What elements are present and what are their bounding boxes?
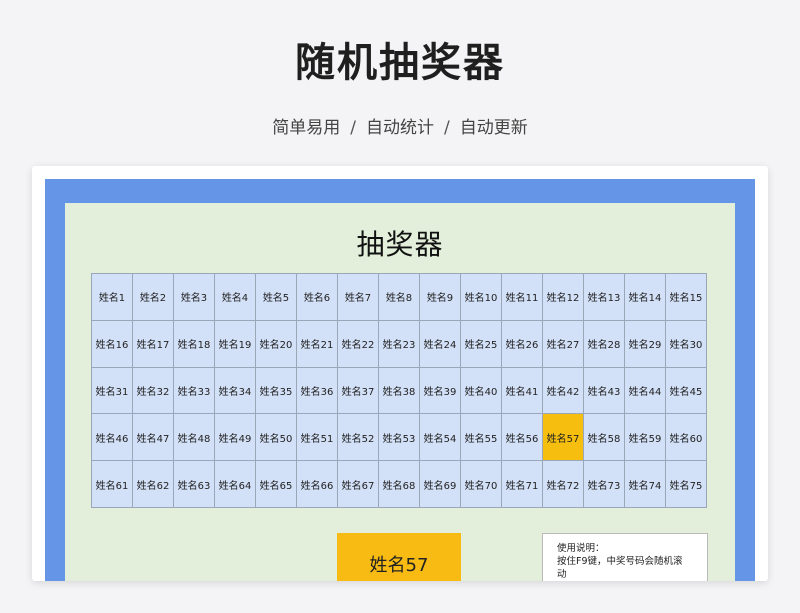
name-cell[interactable]: 姓名33 <box>174 367 215 415</box>
name-cell[interactable]: 姓名73 <box>584 461 625 508</box>
name-cell[interactable]: 姓名69 <box>420 461 461 508</box>
feature-auto-stats: 自动统计 <box>366 118 434 138</box>
name-cell[interactable]: 姓名75 <box>666 461 707 508</box>
name-cell[interactable]: 姓名36 <box>297 367 338 415</box>
sheet-title: 抽奖器 <box>356 228 444 261</box>
name-cell[interactable]: 姓名23 <box>379 320 420 368</box>
name-cell[interactable]: 姓名39 <box>420 367 461 415</box>
name-cell[interactable]: 姓名58 <box>584 414 625 462</box>
winner-display: 姓名57 <box>337 533 461 581</box>
name-cell[interactable]: 姓名68 <box>379 461 420 508</box>
feature-easy: 简单易用 <box>272 118 341 138</box>
name-grid: 姓名1 姓名2 姓名3 姓名4 姓名5 姓名6 姓名7 姓名8 姓名9 姓名10 姓名11 姓名12 姓… <box>91 273 707 508</box>
name-cell[interactable]: 姓名10 <box>461 274 502 321</box>
name-cell[interactable]: 姓名71 <box>502 461 543 508</box>
feature-auto-update: 自动更新 <box>459 118 528 138</box>
name-cell[interactable]: 姓名46 <box>92 414 133 462</box>
name-cell[interactable]: 姓名61 <box>92 461 133 508</box>
name-cell[interactable]: 姓名56 <box>502 414 543 462</box>
name-cell[interactable]: 姓名6 <box>297 274 338 321</box>
instructions-box: 使用说明： 按住F9键，中奖号码会随机滚 动 <box>542 533 708 581</box>
name-cell[interactable]: 姓名47 <box>133 414 174 462</box>
separator: / <box>444 118 450 138</box>
name-cell[interactable]: 姓名27 <box>543 320 584 368</box>
name-cell[interactable]: 姓名52 <box>338 414 379 462</box>
name-cell[interactable]: 姓名67 <box>338 461 379 508</box>
name-cell[interactable]: 姓名7 <box>338 274 379 321</box>
spreadsheet-frame: 抽奖器 姓名1 姓名2 姓名3 姓名4 姓名5 姓名6 姓名7 姓名8 姓名9 姓名10 姓名11 姓… <box>45 179 755 581</box>
name-cell[interactable]: 姓名43 <box>584 367 625 415</box>
name-cell[interactable]: 姓名20 <box>256 320 297 368</box>
name-cell[interactable]: 姓名66 <box>297 461 338 508</box>
name-cell[interactable]: 姓名45 <box>666 367 707 415</box>
name-cell[interactable]: 姓名42 <box>543 367 584 415</box>
feature-tagline: 简单易用 / 自动统计 / 自动更新 <box>0 113 800 138</box>
name-cell[interactable]: 姓名1 <box>92 274 133 321</box>
name-cell[interactable]: 姓名51 <box>297 414 338 462</box>
spreadsheet-sheet: 抽奖器 姓名1 姓名2 姓名3 姓名4 姓名5 姓名6 姓名7 姓名8 姓名9 姓名10 姓名11 姓… <box>65 203 735 581</box>
name-cell[interactable]: 姓名8 <box>379 274 420 321</box>
name-cell[interactable]: 姓名13 <box>584 274 625 321</box>
name-cell[interactable]: 姓名50 <box>256 414 297 462</box>
name-cell[interactable]: 姓名65 <box>256 461 297 508</box>
name-cell[interactable]: 姓名54 <box>420 414 461 462</box>
name-cell[interactable]: 姓名24 <box>420 320 461 368</box>
name-cell[interactable]: 姓名5 <box>256 274 297 321</box>
name-cell[interactable]: 姓名32 <box>133 367 174 415</box>
name-cell[interactable]: 姓名74 <box>625 461 666 508</box>
name-cell[interactable]: 姓名3 <box>174 274 215 321</box>
name-cell[interactable]: 姓名29 <box>625 320 666 368</box>
name-cell[interactable]: 姓名41 <box>502 367 543 415</box>
name-cell[interactable]: 姓名21 <box>297 320 338 368</box>
name-cell[interactable]: 姓名38 <box>379 367 420 415</box>
name-cell[interactable]: 姓名59 <box>625 414 666 462</box>
name-cell[interactable]: 姓名12 <box>543 274 584 321</box>
name-cell[interactable]: 姓名72 <box>543 461 584 508</box>
separator: / <box>350 118 356 138</box>
name-cell[interactable]: 姓名14 <box>625 274 666 321</box>
winner-name: 姓名57 <box>369 555 429 576</box>
name-cell[interactable]: 姓名44 <box>625 367 666 415</box>
name-cell[interactable]: 姓名26 <box>502 320 543 368</box>
name-cell[interactable]: 姓名37 <box>338 367 379 415</box>
instructions-line: 按住F9键，中奖号码会随机滚 <box>557 556 683 567</box>
name-cell[interactable]: 姓名55 <box>461 414 502 462</box>
name-cell[interactable]: 姓名63 <box>174 461 215 508</box>
instructions-line: 动 <box>557 569 567 580</box>
name-cell[interactable]: 姓名48 <box>174 414 215 462</box>
name-cell[interactable]: 姓名64 <box>215 461 256 508</box>
name-cell[interactable]: 姓名53 <box>379 414 420 462</box>
name-cell[interactable]: 姓名17 <box>133 320 174 368</box>
name-cell[interactable]: 姓名28 <box>584 320 625 368</box>
name-cell[interactable]: 姓名15 <box>666 274 707 321</box>
name-cell[interactable]: 姓名11 <box>502 274 543 321</box>
name-cell[interactable]: 姓名22 <box>338 320 379 368</box>
name-cell[interactable]: 姓名30 <box>666 320 707 368</box>
name-cell[interactable]: 姓名60 <box>666 414 707 462</box>
instructions-heading: 使用说明： <box>557 543 605 554</box>
name-cell[interactable]: 姓名49 <box>215 414 256 462</box>
name-cell[interactable]: 姓名40 <box>461 367 502 415</box>
name-cell[interactable]: 姓名9 <box>420 274 461 321</box>
name-cell[interactable]: 姓名70 <box>461 461 502 508</box>
name-cell[interactable]: 姓名16 <box>92 320 133 368</box>
page-title: 随机抽奖器 <box>295 40 505 86</box>
name-cell[interactable]: 姓名19 <box>215 320 256 368</box>
name-cell[interactable]: 姓名34 <box>215 367 256 415</box>
name-cell[interactable]: 姓名31 <box>92 367 133 415</box>
name-cell[interactable]: 姓名35 <box>256 367 297 415</box>
name-cell[interactable]: 姓名25 <box>461 320 502 368</box>
name-cell[interactable]: 姓名2 <box>133 274 174 321</box>
name-cell[interactable]: 姓名62 <box>133 461 174 508</box>
name-cell[interactable]: 姓名18 <box>174 320 215 368</box>
preview-card: 抽奖器 姓名1 姓名2 姓名3 姓名4 姓名5 姓名6 姓名7 姓名8 姓名9 姓名10 姓名11 姓… <box>32 166 768 581</box>
name-cell-highlighted[interactable]: 姓名57 <box>543 414 584 462</box>
name-cell[interactable]: 姓名4 <box>215 274 256 321</box>
